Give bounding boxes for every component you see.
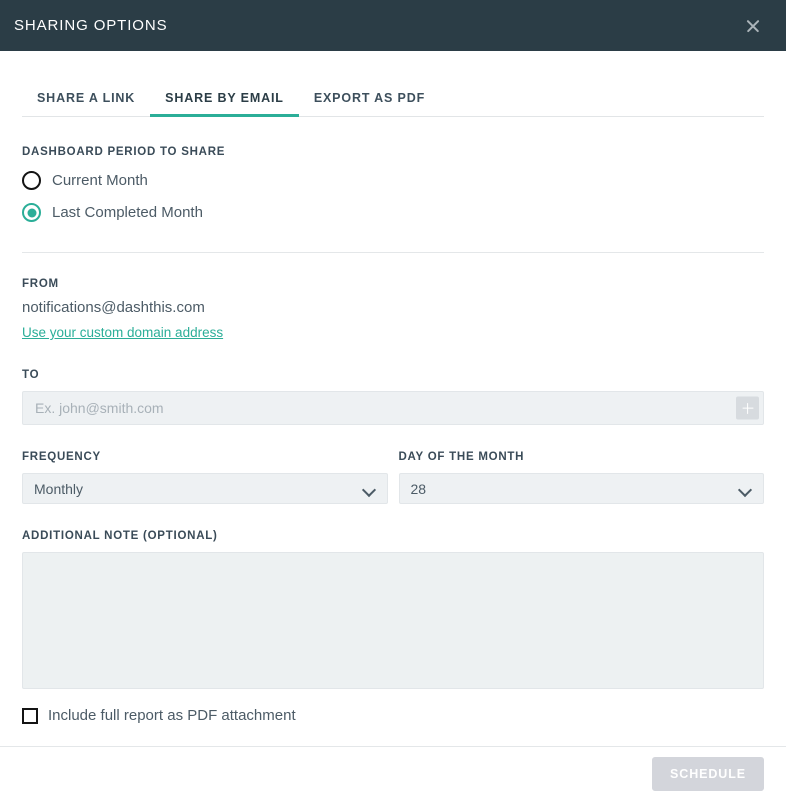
day-of-month-label: DAY OF THE MONTH [399,451,765,463]
frequency-field: FREQUENCY Monthly [22,451,388,504]
modal-body: DASHBOARD PERIOD TO SHARE Current Month … [0,146,786,724]
to-input-wrapper [22,391,764,425]
radio-current-month-label: Current Month [52,172,148,189]
tab-share-by-email[interactable]: SHARE BY EMAIL [150,91,299,116]
sharing-options-modal: SHARING OPTIONS SHARE A LINK SHARE BY EM… [0,0,786,801]
frequency-select-wrapper: Monthly [22,473,388,504]
plus-icon[interactable] [736,397,759,420]
include-pdf-attachment-checkbox-row[interactable]: Include full report as PDF attachment [22,707,764,724]
day-of-month-select[interactable]: 28 [399,473,765,504]
to-section: TO [22,369,764,425]
to-email-input[interactable] [22,391,764,425]
tab-share-a-link[interactable]: SHARE A LINK [22,91,150,116]
radio-current-month[interactable]: Current Month [22,171,764,190]
dashboard-period-section: DASHBOARD PERIOD TO SHARE Current Month … [22,146,764,222]
radio-unchecked-icon [22,171,41,190]
to-label: TO [22,369,764,381]
custom-domain-link[interactable]: Use your custom domain address [22,325,223,340]
schedule-row: FREQUENCY Monthly DAY OF THE MONTH 28 [22,451,764,504]
tab-bar: SHARE A LINK SHARE BY EMAIL EXPORT AS PD… [22,79,764,117]
additional-note-section: ADDITIONAL NOTE (OPTIONAL) [22,530,764,694]
frequency-select[interactable]: Monthly [22,473,388,504]
day-of-month-select-wrapper: 28 [399,473,765,504]
include-pdf-attachment-label: Include full report as PDF attachment [48,707,296,724]
close-icon[interactable] [740,13,766,39]
day-of-month-field: DAY OF THE MONTH 28 [399,451,765,504]
section-divider [22,252,764,253]
checkbox-unchecked-icon [22,708,38,724]
additional-note-textarea[interactable] [22,552,764,689]
tab-export-as-pdf[interactable]: EXPORT AS PDF [299,91,440,116]
from-email-value: notifications@dashthis.com [22,299,764,316]
page-title: SHARING OPTIONS [14,17,168,34]
modal-footer: SCHEDULE [0,746,786,801]
radio-last-completed-month-label: Last Completed Month [52,204,203,221]
radio-last-completed-month[interactable]: Last Completed Month [22,203,764,222]
additional-note-label: ADDITIONAL NOTE (OPTIONAL) [22,530,764,542]
dashboard-period-label: DASHBOARD PERIOD TO SHARE [22,146,764,158]
frequency-label: FREQUENCY [22,451,388,463]
from-section: FROM notifications@dashthis.com Use your… [22,278,764,342]
modal-header: SHARING OPTIONS [0,0,786,51]
radio-checked-icon [22,203,41,222]
from-label: FROM [22,278,764,290]
schedule-button[interactable]: SCHEDULE [652,757,764,791]
